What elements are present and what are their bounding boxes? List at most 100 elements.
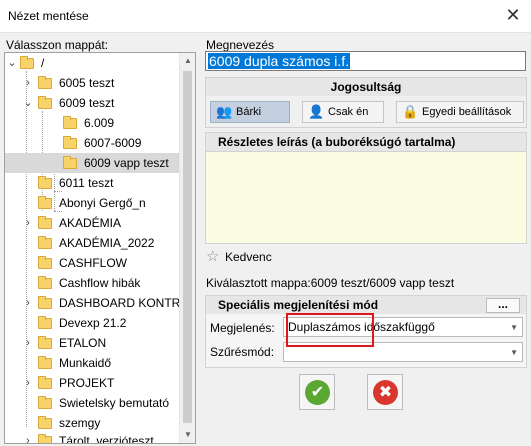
tree-item[interactable]: › DASHBOARD KONTRO...	[5, 293, 195, 313]
checkmark-icon: ✔	[305, 380, 330, 405]
more-options-button[interactable]: ...	[486, 298, 520, 313]
cancel-button[interactable]: ✖	[367, 374, 403, 410]
permission-anyone-label: Bárki	[236, 106, 262, 118]
folder-icon	[38, 256, 52, 269]
folder-icon	[38, 296, 52, 309]
cancel-x-icon: ✖	[373, 380, 398, 405]
selected-folder-text: Kiválasztott mappa:6009 teszt/6009 vapp …	[206, 276, 455, 290]
tree-item[interactable]: 6.009	[5, 113, 181, 133]
tree-item-selected[interactable]: 6009 vapp teszt	[5, 153, 181, 173]
display-mode-label: Megjelenés:	[210, 321, 275, 335]
ok-button[interactable]: ✔	[299, 374, 335, 410]
tree-item-label: 6005 teszt	[59, 76, 115, 90]
tree-item[interactable]: 6011 teszt	[5, 173, 181, 193]
tree-item[interactable]: 6007-6009	[5, 133, 181, 153]
folder-icon	[38, 96, 52, 109]
tree-item[interactable]: Swietelsky bemutató	[5, 393, 181, 413]
lock-icon: 🔒	[402, 104, 419, 119]
chevron-down-icon[interactable]: ⌄	[7, 53, 17, 73]
tree-item-label: szemgy	[59, 416, 101, 430]
tree-item-root[interactable]: ⌄ /	[5, 53, 181, 73]
description-header: Részletes leírás (a buboréksúgó tartalma…	[205, 132, 527, 152]
permission-anyone-button[interactable]: 👥 Bárki	[210, 101, 290, 123]
folder-icon	[38, 356, 52, 369]
folder-icon	[38, 76, 52, 89]
dropdown-arrow-icon[interactable]: ▼	[510, 348, 518, 357]
scroll-down-icon[interactable]: ▼	[180, 427, 195, 443]
tree-scrollbar[interactable]: ▲ ▼	[179, 53, 195, 443]
tree-item[interactable]: Munkaidő	[5, 353, 181, 373]
tree-item-label: AKADÉMIA	[59, 216, 122, 230]
folder-icon	[38, 276, 52, 289]
filter-mode-select[interactable]: ▼	[283, 342, 523, 362]
filter-mode-label: Szűrésmód:	[210, 345, 275, 359]
tree-item[interactable]: › Tárolt_verzióteszt	[5, 431, 181, 443]
chevron-right-icon[interactable]: ›	[23, 373, 33, 393]
folder-icon	[38, 196, 52, 209]
special-header-label: Speciális megjelenítési mód	[218, 298, 379, 312]
tree-item[interactable]: › ETALON	[5, 333, 181, 353]
folder-icon	[38, 336, 52, 349]
tree-item-label: Munkaidő	[59, 356, 112, 370]
name-input-value: 6009 dupla számos i.f.	[208, 53, 351, 69]
folder-icon	[38, 434, 52, 443]
folder-icon	[63, 156, 77, 169]
tree-item-label: Devexp 21.2	[59, 316, 127, 330]
folder-icon	[38, 316, 52, 329]
tree-item-label: 6011 teszt	[59, 176, 114, 190]
dropdown-arrow-icon[interactable]: ▼	[510, 323, 518, 332]
tree-item[interactable]: Cashflow hibák	[5, 273, 181, 293]
permission-custom-button[interactable]: 🔒 Egyedi beállítások	[396, 101, 524, 123]
window-title: Nézet mentése	[8, 9, 89, 23]
chevron-right-icon[interactable]: ›	[23, 73, 33, 93]
user-icon: 👤	[308, 104, 325, 119]
folder-icon	[20, 56, 34, 69]
folder-icon	[38, 216, 52, 229]
tree-item-label: Abonyi Gergő_n	[59, 196, 146, 210]
star-icon[interactable]: ☆	[206, 249, 219, 265]
tree-item[interactable]: Abonyi Gergő_n	[5, 193, 181, 213]
tree-item[interactable]: Devexp 21.2	[5, 313, 181, 333]
tree-item[interactable]: › 6005 teszt	[5, 73, 181, 93]
folder-tree[interactable]: ⌄ / › 6005 teszt ⌄ 6009 teszt 6.009 6007…	[4, 52, 196, 444]
folder-icon	[38, 396, 52, 409]
tree-item[interactable]: AKADÉMIA_2022	[5, 233, 181, 253]
tree-item[interactable]: CASHFLOW	[5, 253, 181, 273]
permission-only-me-button[interactable]: 👤 Csak én	[302, 101, 384, 123]
folder-icon	[38, 416, 52, 429]
tree-item[interactable]: › PROJEKT	[5, 373, 181, 393]
special-header: Speciális megjelenítési mód ...	[205, 295, 527, 315]
special-panel: Megjelenés: Duplaszámos időszakfüggő ▼ S…	[205, 314, 527, 368]
tree-item-label: AKADÉMIA_2022	[59, 236, 155, 250]
scrollbar-thumb[interactable]	[183, 71, 192, 423]
tree-item-label: /	[41, 56, 45, 70]
name-input[interactable]: 6009 dupla számos i.f.	[205, 51, 526, 71]
tree-item[interactable]: szemgy	[5, 413, 181, 433]
tree-item-label: 6009 teszt	[59, 96, 115, 110]
tree-item-label: Swietelsky bemutató	[59, 396, 170, 410]
chevron-right-icon[interactable]: ›	[23, 293, 33, 313]
display-mode-select[interactable]: Duplaszámos időszakfüggő ▼	[283, 317, 523, 337]
tree-item-label: 6009 vapp teszt	[84, 156, 169, 170]
tree-item-label: PROJEKT	[59, 376, 115, 390]
chevron-right-icon[interactable]: ›	[23, 213, 33, 233]
title-bar: Nézet mentése ✕	[0, 0, 531, 33]
folder-icon	[63, 116, 77, 129]
folder-icon	[63, 136, 77, 149]
tree-item[interactable]: ⌄ 6009 teszt	[5, 93, 181, 113]
tree-item-label: CASHFLOW	[59, 256, 128, 270]
close-icon[interactable]: ✕	[505, 6, 521, 24]
scroll-up-icon[interactable]: ▲	[180, 53, 195, 69]
chevron-down-icon[interactable]: ⌄	[23, 93, 33, 113]
folder-icon	[38, 176, 52, 189]
tree-item[interactable]: › AKADÉMIA	[5, 213, 181, 233]
description-textarea[interactable]	[205, 152, 527, 244]
tree-item-label: Cashflow hibák	[59, 276, 141, 290]
permission-only-me-label: Csak én	[328, 106, 369, 118]
chevron-right-icon[interactable]: ›	[23, 431, 33, 443]
chevron-right-icon[interactable]: ›	[23, 333, 33, 353]
permissions-header: Jogosultság	[205, 77, 527, 97]
permissions-row: 👥 Bárki 👤 Csak én 🔒 Egyedi beállítások	[205, 96, 527, 128]
group-icon: 👥	[216, 104, 233, 119]
tree-item-label: DASHBOARD KONTRO...	[59, 296, 196, 310]
